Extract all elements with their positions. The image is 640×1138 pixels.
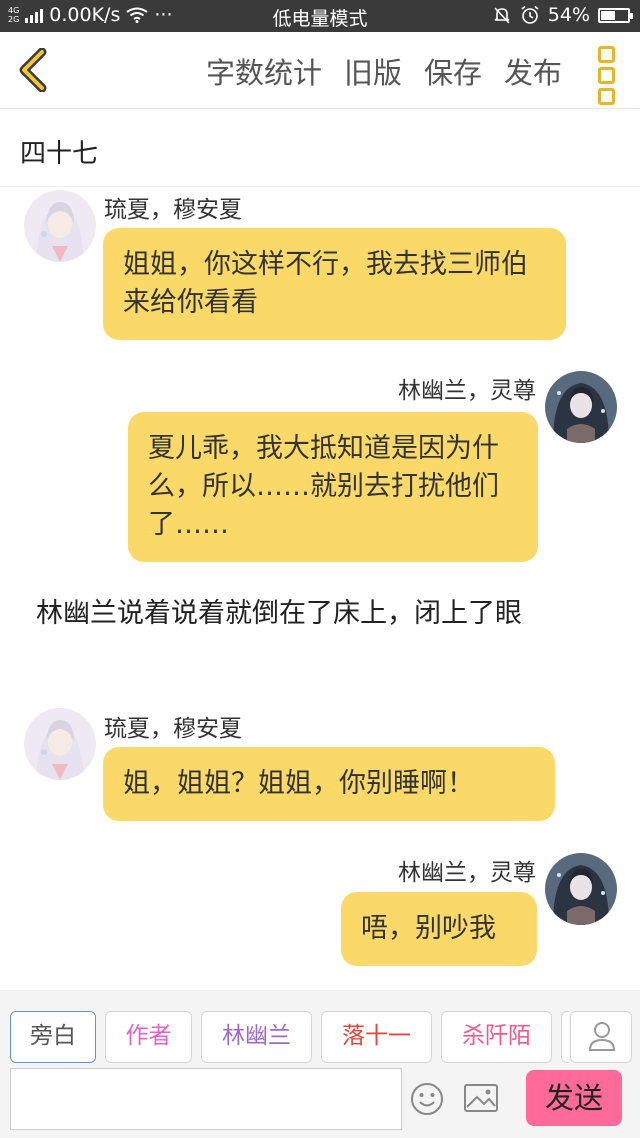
role-linyoulan[interactable]: 林幽兰 <box>201 1011 312 1063</box>
send-button[interactable]: 发送 <box>526 1070 622 1126</box>
battery-fill <box>601 10 616 20</box>
image-icon <box>464 1084 498 1112</box>
avatar-liuxia[interactable] <box>24 708 96 780</box>
back-chevron-icon <box>19 47 47 93</box>
message-speaker: 琉夏，穆安夏 <box>104 197 242 223</box>
old-version-button[interactable]: 旧版 <box>344 50 402 92</box>
message-speaker: 林幽兰，灵尊 <box>398 378 536 404</box>
publish-button[interactable]: 发布 <box>504 50 562 92</box>
emoji-icon <box>411 1083 443 1115</box>
status-bar: 4G 2G 0.00K/s ··· 低电量模式 54% <box>0 0 640 32</box>
role-narrator[interactable]: 旁白 <box>10 1011 96 1063</box>
battery-percent: 54% <box>547 4 590 26</box>
image-button[interactable] <box>463 1082 499 1114</box>
message-bubble[interactable]: 姐，姐姐？姐姐，你别睡啊！ <box>103 747 555 821</box>
input-bar: 发送 <box>0 1068 640 1138</box>
role-luoshiyi[interactable]: 落十一 <box>321 1011 432 1063</box>
narration-text[interactable]: 林幽兰说着说着就倒在了床上，闭上了眼 <box>36 595 596 633</box>
message-speaker: 林幽兰，灵尊 <box>398 860 536 886</box>
message-input[interactable] <box>10 1068 402 1130</box>
chapter-title: 四十七 <box>20 139 99 169</box>
role-label: 作者 <box>125 1023 172 1049</box>
add-role-button[interactable] <box>570 1011 632 1063</box>
role-selector-bar: 旁白 作者 林幽兰 落十一 杀阡陌 <box>0 990 640 1068</box>
message-bubble[interactable]: 夏儿乖，我大抵知道是因为什么，所以……就别去打扰他们了…… <box>128 412 538 562</box>
avatar-girl-white-hair-icon <box>24 190 96 262</box>
word-count-button[interactable]: 字数统计 <box>206 50 322 92</box>
avatar-girl-dark-hair-icon <box>545 853 617 925</box>
chapter-title-bar[interactable]: 四十七 <box>0 109 640 187</box>
mute-bell-icon <box>494 7 510 24</box>
emoji-button[interactable] <box>410 1082 444 1116</box>
message-speaker: 琉夏，穆安夏 <box>104 716 242 742</box>
user-icon <box>588 1022 616 1051</box>
role-shaqianmo[interactable]: 杀阡陌 <box>441 1011 552 1063</box>
role-author[interactable]: 作者 <box>105 1011 192 1063</box>
more-menu-button[interactable] <box>596 46 616 105</box>
role-label: 旁白 <box>30 1023 76 1049</box>
role-partial[interactable] <box>561 1011 569 1063</box>
editor-toolbar: 字数统计 旧版 保存 发布 <box>0 32 640 109</box>
toolbar-actions: 字数统计 旧版 保存 发布 <box>206 50 562 92</box>
role-label: 落十一 <box>342 1023 411 1049</box>
back-button[interactable] <box>14 47 54 93</box>
avatar-liuxia[interactable] <box>24 190 96 262</box>
alarm-icon <box>521 5 539 24</box>
role-label: 林幽兰 <box>222 1023 291 1049</box>
avatar-girl-white-hair-icon <box>24 708 96 780</box>
message-bubble[interactable]: 姐姐，你这样不行，我去找三师伯来给你看看 <box>103 228 566 340</box>
avatar-linyoulan[interactable] <box>545 371 617 443</box>
role-label: 杀阡陌 <box>462 1023 531 1049</box>
more-menu-icon <box>596 46 616 105</box>
status-right: 54% <box>492 4 633 26</box>
battery-icon <box>598 7 633 23</box>
avatar-linyoulan[interactable] <box>545 853 617 925</box>
avatar-girl-dark-hair-icon <box>545 371 617 443</box>
message-bubble[interactable]: 唔，别吵我 <box>341 892 537 966</box>
save-button[interactable]: 保存 <box>424 50 482 92</box>
